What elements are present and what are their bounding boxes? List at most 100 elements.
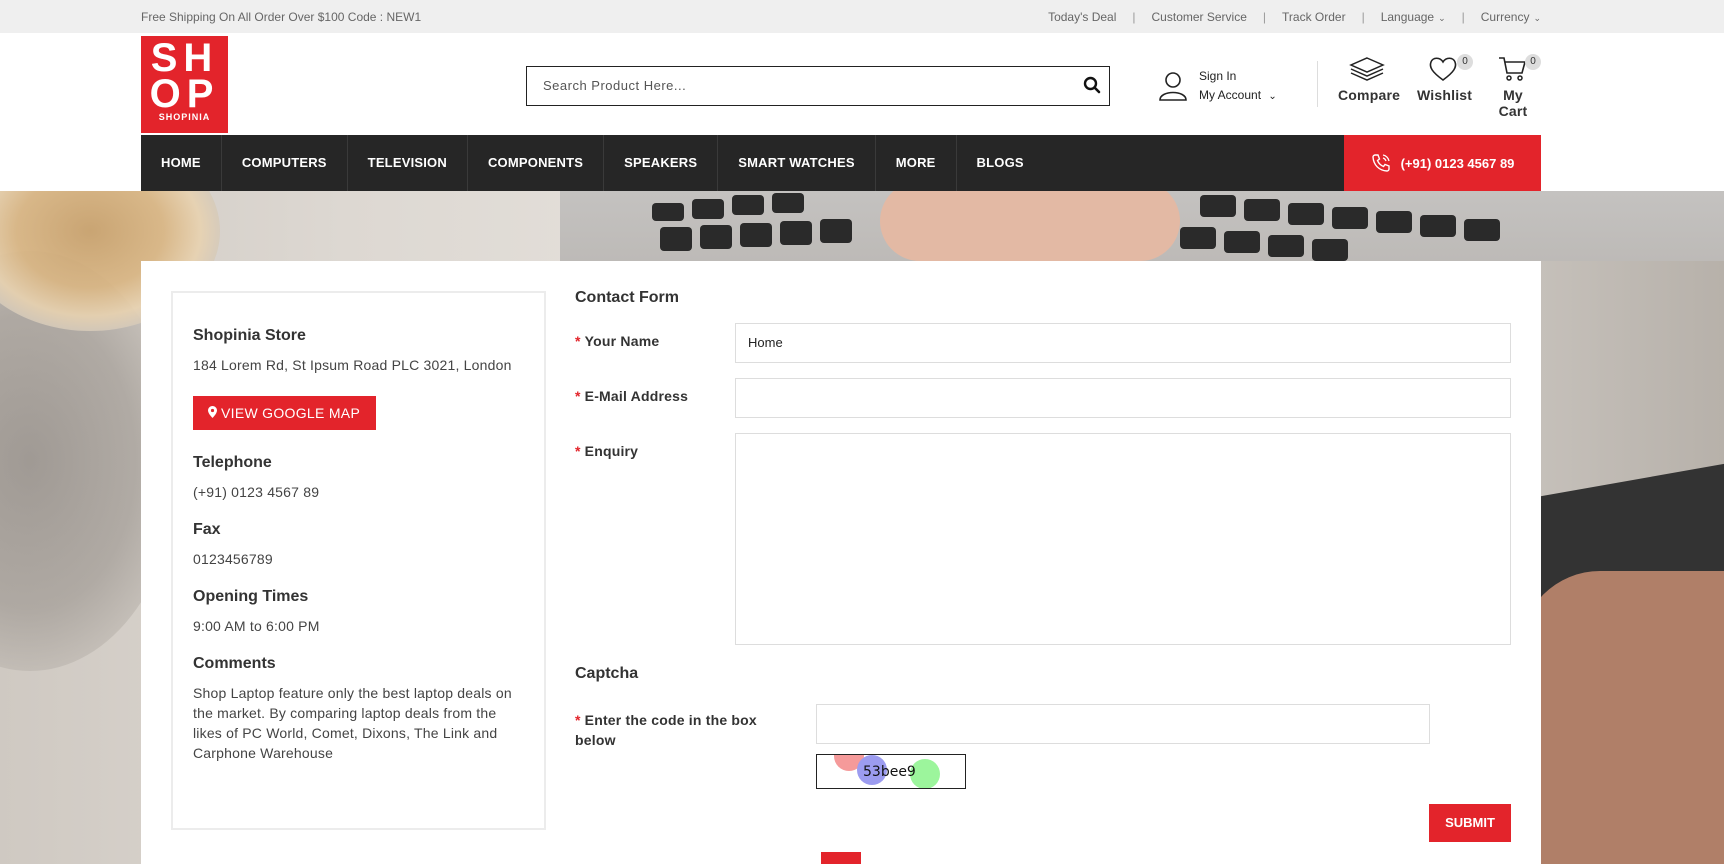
track-order-link[interactable]: Track Order	[1282, 10, 1346, 24]
search-icon[interactable]	[1083, 76, 1101, 99]
wishlist-label: Wishlist	[1417, 87, 1473, 103]
hours-block: Opening Times 9:00 AM to 6:00 PM	[193, 588, 524, 636]
captcha-heading: Captcha	[575, 665, 639, 682]
contact-panel: Shopinia Store 184 Lorem Rd, St Ipsum Ro…	[141, 261, 1541, 864]
nav-blogs[interactable]: BLOGS	[957, 135, 1044, 191]
nav-speakers[interactable]: SPEAKERS	[604, 135, 719, 191]
chevron-down-icon: ⌄	[1268, 91, 1277, 102]
cart-label: My Cart	[1498, 87, 1528, 119]
required-mark: *	[575, 443, 581, 459]
currency-label: Currency	[1480, 10, 1530, 24]
currency-dropdown[interactable]: Currency ⌄	[1481, 10, 1541, 24]
required-mark: *	[575, 388, 581, 404]
search-input[interactable]	[543, 67, 1063, 103]
captcha-label: * Enter the code in the box below	[575, 710, 765, 750]
user-icon	[1158, 70, 1188, 107]
scroll-to-top-button[interactable]	[821, 852, 861, 864]
nav-more[interactable]: MORE	[876, 135, 957, 191]
required-mark: *	[575, 333, 581, 349]
compare-button[interactable]: Compare	[1338, 56, 1400, 103]
fax-block: Fax 0123456789	[193, 521, 524, 569]
key-decor	[772, 193, 804, 213]
view-google-map-button[interactable]: VIEW GOOGLE MAP	[193, 396, 377, 430]
email-input[interactable]	[735, 378, 1511, 418]
key-decor	[1180, 227, 1216, 249]
enquiry-label-text: Enquiry	[584, 443, 639, 459]
nav-computers[interactable]: COMPUTERS	[222, 135, 348, 191]
enquiry-textarea[interactable]	[735, 433, 1511, 645]
key-decor	[1288, 203, 1324, 225]
language-dropdown[interactable]: Language ⌄	[1381, 10, 1446, 24]
sign-in-link[interactable]: Sign In	[1199, 69, 1236, 83]
store-name: Shopinia Store	[193, 327, 306, 344]
key-decor	[652, 203, 684, 221]
heart-icon	[1428, 57, 1458, 85]
separator: |	[1132, 10, 1136, 24]
telephone-value: (+91) 0123 4567 89	[193, 484, 320, 500]
key-decor	[820, 219, 852, 243]
telephone-block: Telephone (+91) 0123 4567 89	[193, 454, 524, 502]
your-name-label-text: Your Name	[584, 333, 660, 349]
top-links: Today's Deal | Customer Service | Track …	[1048, 10, 1541, 24]
store-address: 184 Lorem Rd, St Ipsum Road PLC 3021, Lo…	[193, 357, 512, 373]
hours-value: 9:00 AM to 6:00 PM	[193, 618, 320, 634]
compare-label: Compare	[1338, 87, 1401, 103]
todays-deal-link[interactable]: Today's Deal	[1048, 10, 1116, 24]
logo-line-1: SH	[150, 36, 219, 80]
key-decor	[1224, 231, 1260, 253]
chevron-down-icon: ⌄	[1533, 13, 1541, 23]
phone-icon	[1371, 154, 1390, 172]
my-account-link[interactable]: My Account ⌄	[1199, 88, 1277, 102]
required-mark: *	[575, 712, 581, 728]
nav-components[interactable]: COMPONENTS	[468, 135, 605, 191]
key-decor	[1200, 195, 1236, 217]
main-nav: HOME COMPUTERS TELEVISION COMPONENTS SPE…	[141, 135, 1541, 191]
key-decor	[1332, 207, 1368, 229]
fax-value: 0123456789	[193, 551, 273, 567]
nav-home[interactable]: HOME	[141, 135, 222, 191]
header-divider	[1317, 61, 1318, 107]
key-decor	[1312, 239, 1348, 261]
telephone-heading: Telephone	[193, 454, 272, 471]
submit-button[interactable]: SUBMIT	[1429, 804, 1511, 842]
key-decor	[1464, 219, 1500, 241]
comments-block: Comments Shop Laptop feature only the be…	[193, 655, 524, 763]
key-decor	[1420, 215, 1456, 237]
your-name-input[interactable]: Home	[735, 323, 1511, 363]
separator: |	[1461, 10, 1465, 24]
header: SH OP SHOPINIA Sign In My Account ⌄ Comp…	[0, 33, 1724, 135]
captcha-image: 53bee9	[816, 754, 966, 789]
captcha-input[interactable]	[816, 704, 1430, 744]
key-decor	[700, 225, 732, 249]
top-bar: Free Shipping On All Order Over $100 Cod…	[0, 0, 1724, 33]
key-decor	[692, 199, 724, 219]
hand-decor	[880, 191, 1180, 261]
compare-icon	[1349, 57, 1385, 85]
comments-value: Shop Laptop feature only the best laptop…	[193, 685, 512, 761]
cart-button[interactable]: My Cart 0	[1489, 54, 1541, 119]
nav-television[interactable]: TELEVISION	[348, 135, 468, 191]
store-info-box: Shopinia Store 184 Lorem Rd, St Ipsum Ro…	[171, 291, 546, 830]
fax-heading: Fax	[193, 521, 221, 538]
captcha-code: 53bee9	[863, 764, 916, 780]
account-menu[interactable]: Sign In My Account ⌄	[1158, 67, 1288, 107]
key-decor	[1376, 211, 1412, 233]
my-account-label: My Account	[1199, 88, 1262, 102]
wishlist-button[interactable]: Wishlist 0	[1417, 54, 1473, 103]
key-decor	[732, 195, 764, 215]
nav-smart-watches[interactable]: SMART WATCHES	[718, 135, 876, 191]
email-label: * E-Mail Address	[575, 388, 688, 404]
comments-heading: Comments	[193, 655, 276, 672]
customer-service-link[interactable]: Customer Service	[1152, 10, 1247, 24]
key-decor	[1244, 199, 1280, 221]
wishlist-count-badge: 0	[1457, 54, 1473, 70]
contact-form-title: Contact Form	[575, 289, 679, 306]
enquiry-label: * Enquiry	[575, 443, 638, 459]
phone-contact[interactable]: (+91) 0123 4567 89	[1344, 135, 1541, 191]
chevron-down-icon: ⌄	[1438, 13, 1446, 23]
search-box	[526, 66, 1110, 106]
cart-icon	[1498, 57, 1528, 85]
logo[interactable]: SH OP SHOPINIA	[141, 36, 228, 133]
captcha-label-text: Enter the code in the box below	[575, 712, 757, 748]
